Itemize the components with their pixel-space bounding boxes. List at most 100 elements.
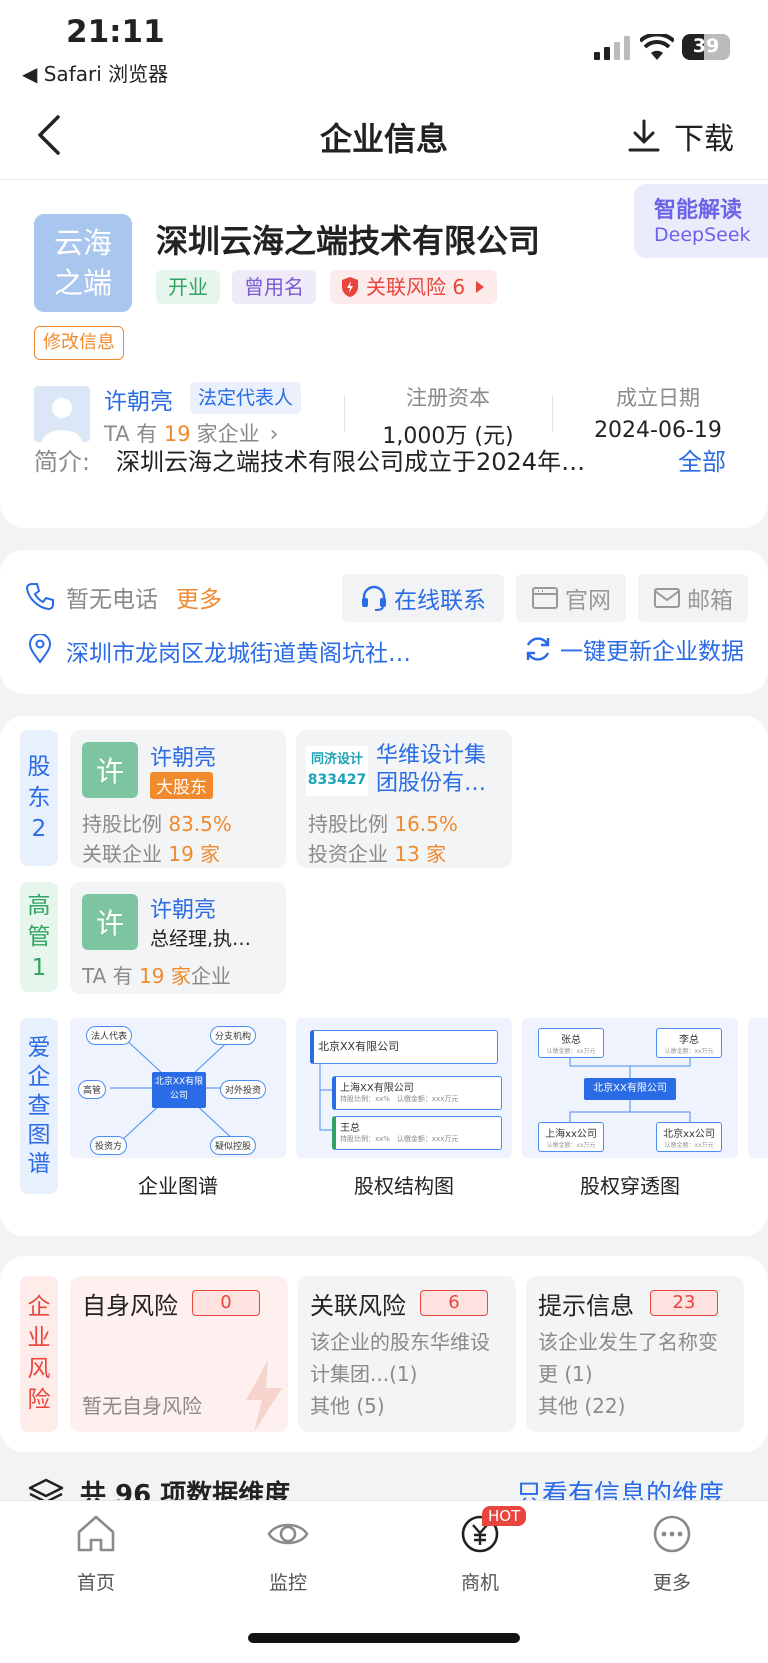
lightning-watermark-icon	[246, 1360, 282, 1432]
executive-name: 许朝亮	[150, 898, 217, 923]
tab-business[interactable]: HOT 商机	[420, 1506, 540, 1595]
equity-structure-label: 股权结构图	[354, 1174, 454, 1198]
notice-info-line: 该企业发生了名称变	[538, 1330, 718, 1354]
tab-home-label: 首页	[76, 1572, 115, 1594]
phone-more-link[interactable]: 更多	[176, 580, 222, 614]
dimensions-row: 共 96 项数据维度 只看有信息的维度	[0, 1470, 768, 1500]
risk-shield-icon	[342, 277, 358, 297]
related-risk-line: 计集团...(1)	[310, 1362, 418, 1386]
download-button[interactable]: 下载	[626, 114, 734, 158]
notice-info-title: 提示信息	[538, 1292, 634, 1320]
website-button[interactable]: 官网	[516, 574, 626, 622]
tab-business-label: 商机	[460, 1572, 499, 1594]
equity-penetration-thumbnail: 张总 认缴金额：xx万元 李总 认缴金额：xx万元 北京XX有限公司 上海xx公司认…	[522, 1018, 738, 1158]
divider	[552, 396, 553, 432]
download-icon	[628, 119, 660, 152]
structure-node: 上海XX有限公司 持股比例：xx% 认缴金额：xxx万元	[332, 1076, 502, 1110]
ai-interpret-badge[interactable]: 智能解读 DeepSeek	[634, 184, 768, 258]
company-name: 深圳云海之端技术有限公司	[156, 222, 541, 260]
equity-structure-thumbnail: 北京XX有限公司 上海XX有限公司 持股比例：xx% 认缴金额：xxx万元 王总…	[296, 1018, 512, 1158]
former-name-tag[interactable]: 曾用名	[232, 270, 316, 304]
signal-icon	[594, 36, 630, 60]
capital-label: 注册资本	[406, 386, 490, 410]
related-risk-card[interactable]: 关联风险 6 该企业的股东华维设 计集团...(1) 其他 (5)	[298, 1276, 516, 1432]
executives-label[interactable]: 高管1	[20, 882, 58, 992]
legal-rep-role-tag: 法定代表人	[190, 382, 302, 414]
shareholder-related: 关联企业 19 家	[82, 842, 221, 866]
structure-node: 北京XX有限公司	[310, 1030, 498, 1064]
tab-home[interactable]: 首页	[36, 1512, 156, 1595]
notice-info-card[interactable]: 提示信息 23 该企业发生了名称变 更 (1) 其他 (22)	[526, 1276, 744, 1432]
divider	[344, 396, 345, 432]
related-risk-line: 其他 (5)	[310, 1394, 385, 1418]
penetration-node: 张总 认缴金额：xx万元	[538, 1028, 604, 1058]
legal-rep-name[interactable]: 许朝亮	[104, 382, 173, 416]
dimensions-filter-link[interactable]: 只看有信息的维度	[516, 1474, 724, 1500]
enterprise-graph-card[interactable]: 北京XX有限公司 法人代表 分支机构 高管 对外投资 投资方 疑似控股 企业图谱	[70, 1018, 286, 1218]
more-icon	[653, 1515, 691, 1553]
email-button[interactable]: 邮箱	[638, 574, 748, 622]
shareholder-avatar: 许	[82, 742, 138, 798]
related-risk-tag[interactable]: 关联风险 6	[330, 270, 498, 304]
penetration-node: 北京xx公司 认缴金额：xx万元	[656, 1122, 722, 1152]
location-pin-icon	[28, 634, 52, 664]
related-risk-line: 该企业的股东华维设	[310, 1330, 490, 1354]
structure-node: 王总 持股比例：xx% 认缴金额：xxx万元	[332, 1116, 502, 1150]
company-logo: 云海 之端	[34, 214, 132, 312]
back-to-app-link[interactable]: ◀ Safari 浏览器	[22, 58, 168, 87]
status-tag: 开业	[156, 270, 220, 304]
address-link[interactable]: 深圳市龙岗区龙城街道黄阁坑社…	[66, 634, 466, 668]
risk-label[interactable]: 企业风险	[20, 1276, 58, 1432]
relations-card: 股东2 许 许朝亮 大股东 持股比例 83.5% 关联企业 19 家 同济设计 8…	[0, 716, 768, 1236]
intro-label: 简介:	[34, 448, 91, 476]
tab-more[interactable]: 更多	[612, 1512, 732, 1595]
equity-penetration-card[interactable]: 张总 认缴金额：xx万元 李总 认缴金额：xx万元 北京XX有限公司 上海xx公司认…	[522, 1018, 738, 1218]
online-contact-button[interactable]: 在线联系	[342, 574, 504, 622]
equity-structure-card[interactable]: 北京XX有限公司 上海XX有限公司 持股比例：xx% 认缴金额：xxx万元 王总…	[296, 1018, 512, 1218]
equity-penetration-label: 股权穿透图	[580, 1174, 680, 1198]
shareholders-label[interactable]: 股东2	[20, 730, 58, 866]
wifi-icon	[640, 34, 674, 60]
phone-text: 暂无电话	[66, 587, 158, 613]
caret-right-icon	[476, 281, 485, 293]
shareholder-logo: 同济设计 833427	[306, 746, 368, 796]
status-bar: 21:11 ◀ Safari 浏览器 39	[0, 0, 768, 90]
shareholder-name: 华维设计集团股份有…	[376, 743, 487, 796]
executive-companies: TA 有 19 家企业	[82, 964, 231, 988]
shareholder-ratio: 持股比例 16.5%	[308, 812, 458, 836]
edit-info-button[interactable]: 修改信息	[34, 326, 124, 360]
nav-header: 企业信息 下载	[0, 90, 768, 180]
tab-monitor[interactable]: 监控	[228, 1512, 348, 1595]
update-data-button[interactable]: 一键更新企业数据	[524, 632, 744, 666]
shareholder-card[interactable]: 许 许朝亮 大股东 持股比例 83.5% 关联企业 19 家	[70, 730, 286, 868]
intro-more-link[interactable]: 全部	[678, 442, 726, 477]
graphs-label[interactable]: 爱企查图谱	[20, 1018, 58, 1194]
avatar	[34, 386, 90, 442]
shareholder-invest: 投资企业 13 家	[308, 842, 447, 866]
hot-badge: HOT	[482, 1506, 527, 1526]
related-risk-count: 6	[420, 1290, 488, 1316]
major-shareholder-badge: 大股东	[150, 772, 213, 799]
tab-more-label: 更多	[652, 1572, 691, 1594]
penetration-node: 上海xx公司 认缴金额：xx万元	[538, 1122, 604, 1152]
battery-icon: 39	[682, 34, 730, 60]
intro-text: 深圳云海之端技术有限公司成立于2024年…	[116, 448, 586, 476]
founded-label: 成立日期	[616, 386, 700, 410]
related-risk-title: 关联风险	[310, 1292, 406, 1320]
founded-value: 2024-06-19	[594, 418, 722, 443]
graph-node: 投资方	[90, 1136, 128, 1155]
self-risk-title: 自身风险	[82, 1292, 178, 1320]
self-risk-count: 0	[192, 1290, 260, 1316]
layers-icon	[28, 1478, 64, 1500]
self-risk-card[interactable]: 自身风险 0 暂无自身风险	[70, 1276, 288, 1432]
graph-node: 高管	[78, 1080, 107, 1099]
executive-card[interactable]: 许 许朝亮 总经理,执… TA 有 19 家企业	[70, 882, 286, 994]
notice-info-line: 更 (1)	[538, 1362, 593, 1386]
home-indicator	[248, 1633, 520, 1643]
shareholder-ratio: 持股比例 83.5%	[82, 812, 232, 836]
battery-level: 39	[692, 35, 720, 57]
graph-node: 疑似控股	[210, 1136, 257, 1155]
self-risk-footer: 暂无自身风险	[82, 1394, 202, 1418]
graph-node: 法人代表	[86, 1026, 133, 1045]
shareholder-card[interactable]: 同济设计 833427 华维设计集团股份有… 持股比例 16.5% 投资企业 13…	[296, 730, 512, 868]
